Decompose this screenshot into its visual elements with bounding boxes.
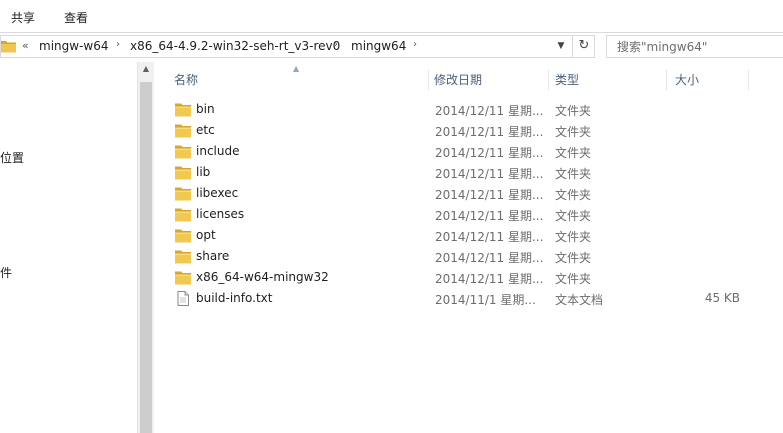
file-name: x86_64-w64-mingw32 — [196, 270, 329, 284]
file-type: 文件夹 — [555, 125, 592, 139]
breadcrumb-separator[interactable]: › — [113, 39, 123, 50]
file-type: 文件夹 — [555, 188, 592, 202]
file-name: bin — [196, 102, 215, 116]
folder-icon — [175, 228, 191, 243]
file-type: 文件夹 — [555, 230, 592, 244]
file-modified-date: 2014/12/11 星期... — [435, 209, 544, 223]
column-header-modified[interactable]: 修改日期 — [434, 66, 482, 94]
tab-share[interactable]: 共享 — [11, 9, 35, 26]
file-row[interactable]: opt 2014/12/11 星期... 文件夹 — [170, 225, 783, 246]
refresh-icon[interactable]: ↻ — [572, 36, 595, 57]
file-modified-date: 2014/11/1 星期... — [435, 293, 536, 307]
file-name: include — [196, 144, 240, 158]
column-header-type[interactable]: 类型 — [555, 66, 579, 94]
file-modified-date: 2014/12/11 星期... — [435, 272, 544, 286]
folder-icon — [175, 123, 191, 138]
search-box[interactable] — [606, 35, 783, 58]
column-header-name[interactable]: 名称 — [174, 66, 198, 94]
chevron-down-icon[interactable]: ▼ — [549, 36, 572, 57]
breadcrumb-separator[interactable]: › — [410, 39, 420, 50]
folder-icon — [175, 249, 191, 264]
file-modified-date: 2014/12/11 星期... — [435, 146, 544, 160]
file-name: etc — [196, 123, 215, 137]
file-modified-date: 2014/12/11 星期... — [435, 104, 544, 118]
search-input[interactable] — [617, 39, 777, 55]
file-modified-date: 2014/12/11 星期... — [435, 230, 544, 244]
file-name: libexec — [196, 186, 239, 200]
file-name: build-info.txt — [196, 291, 273, 305]
file-type: 文件夹 — [555, 251, 592, 265]
tab-view[interactable]: 查看 — [64, 9, 88, 26]
file-row[interactable]: bin 2014/12/11 星期... 文件夹 — [170, 99, 783, 120]
file-row[interactable]: include 2014/12/11 星期... 文件夹 — [170, 141, 783, 162]
file-name: opt — [196, 228, 216, 242]
ribbon: 共享 查看 — [0, 0, 783, 33]
file-type: 文件夹 — [555, 146, 592, 160]
column-divider[interactable] — [748, 70, 749, 90]
folder-icon — [175, 165, 191, 180]
folder-icon — [175, 186, 191, 201]
breadcrumb-mingw-w64[interactable]: mingw-w64 — [39, 39, 108, 53]
nav-item-files[interactable]: 件 — [0, 264, 12, 281]
scroll-up-arrow-icon[interactable]: ▲ — [138, 64, 154, 73]
file-type: 文本文档 — [555, 293, 604, 307]
nav-item-location[interactable]: 位置 — [0, 149, 24, 166]
address-row: « mingw-w64 › x86_64-4.9.2-win32-seh-rt_… — [0, 33, 783, 61]
file-modified-date: 2014/12/11 星期... — [435, 251, 544, 265]
navigation-pane: 位置 件 — [0, 62, 137, 433]
file-name: licenses — [196, 207, 245, 221]
file-row[interactable]: build-info.txt 2014/11/1 星期... 文本文档 45 KB — [170, 288, 783, 309]
file-row[interactable]: libexec 2014/12/11 星期... 文件夹 — [170, 183, 783, 204]
breadcrumb-separator[interactable]: › — [331, 39, 341, 50]
file-name: share — [196, 249, 230, 263]
file-row[interactable]: etc 2014/12/11 星期... 文件夹 — [170, 120, 783, 141]
column-divider[interactable] — [548, 70, 549, 90]
file-type: 文件夹 — [555, 104, 592, 118]
column-divider[interactable] — [666, 70, 667, 90]
file-type: 文件夹 — [555, 209, 592, 223]
scrollbar-thumb[interactable] — [140, 82, 152, 433]
sort-ascending-icon: ▲ — [293, 64, 300, 73]
breadcrumb-x86-64-rev0[interactable]: x86_64-4.9.2-win32-seh-rt_v3-rev0 — [130, 39, 340, 53]
file-modified-date: 2014/12/11 星期... — [435, 125, 544, 139]
file-name: lib — [196, 165, 211, 179]
address-overflow-chevron[interactable]: « — [22, 39, 29, 52]
folder-icon — [175, 102, 191, 117]
column-divider[interactable] — [428, 70, 429, 90]
breadcrumb-mingw64[interactable]: mingw64 — [351, 39, 406, 53]
file-row[interactable]: licenses 2014/12/11 星期... 文件夹 — [170, 204, 783, 225]
folder-icon — [175, 207, 191, 222]
file-modified-date: 2014/12/11 星期... — [435, 167, 544, 181]
folder-icon — [175, 144, 191, 159]
nav-scrollbar[interactable]: ▲ — [137, 62, 154, 433]
file-row[interactable]: share 2014/12/11 星期... 文件夹 — [170, 246, 783, 267]
address-bar[interactable]: « mingw-w64 › x86_64-4.9.2-win32-seh-rt_… — [0, 35, 595, 58]
file-row[interactable]: x86_64-w64-mingw32 2014/12/11 星期... 文件夹 — [170, 267, 783, 288]
column-header-size[interactable]: 大小 — [675, 66, 699, 94]
folder-icon — [175, 270, 191, 285]
file-size: 45 KB — [704, 291, 740, 305]
file-type: 文件夹 — [555, 272, 592, 286]
text-file-icon — [175, 291, 191, 306]
folder-icon — [1, 41, 16, 53]
file-modified-date: 2014/12/11 星期... — [435, 188, 544, 202]
file-type: 文件夹 — [555, 167, 592, 181]
file-row[interactable]: lib 2014/12/11 星期... 文件夹 — [170, 162, 783, 183]
